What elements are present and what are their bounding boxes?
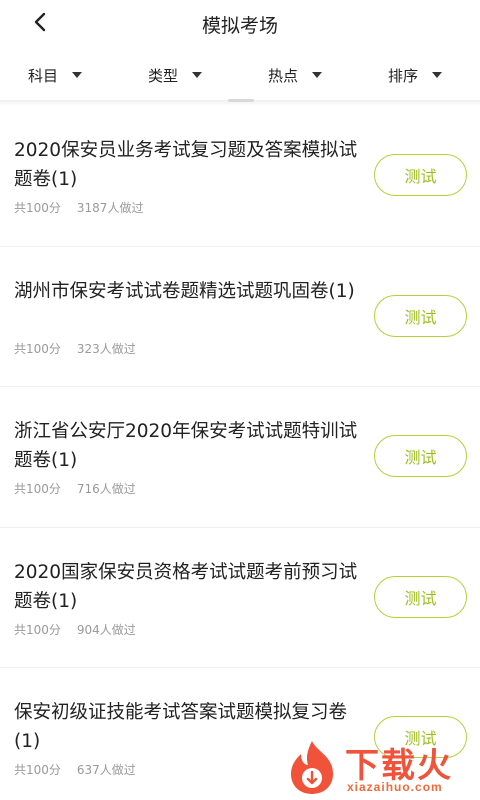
filter-subject[interactable]: 科目 [28,64,83,86]
exam-list: 2020保安员业务考试复习题及答案模拟试题卷(1) 共100分 3187人做过 测… [0,106,480,800]
test-button[interactable]: 测试 [374,154,467,196]
exam-count: 3187人做过 [76,201,144,215]
exam-title: 浙江省公安厅2020年保安考试试题特训试题卷(1) [14,421,358,471]
filter-label: 类型 [148,66,179,85]
filter-label: 科目 [28,66,59,85]
exam-count: 637人做过 [76,763,136,777]
list-item[interactable]: 湖州市保安考试试卷题精选试题巩固卷(1) 共100分 323人做过 测试 [0,247,480,387]
app-header: 模拟考场 [0,0,480,46]
test-button[interactable]: 测试 [374,294,467,337]
exam-score: 共100分 [14,763,61,777]
exam-meta: 共100分 716人做过 [14,480,136,497]
exam-title: 2020保安员业务考试复习题及答案模拟试题卷(1) [14,140,358,190]
exam-score: 共100分 [14,341,61,356]
exam-count: 904人做过 [76,622,136,637]
test-button[interactable]: 测试 [374,575,467,618]
flame-logo-icon [291,741,333,794]
exam-meta: 共100分 323人做过 [14,340,136,357]
caret-down-icon [312,72,323,78]
exam-meta: 共100分 637人做过 [14,761,136,778]
list-item[interactable]: 浙江省公安厅2020年保安考试试题特训试题卷(1) 共100分 716人做过 测试 [0,387,480,528]
caret-down-icon [432,72,443,78]
list-item[interactable]: 2020保安员业务考试复习题及答案模拟试题卷(1) 共100分 3187人做过 测… [0,106,480,247]
test-button[interactable]: 测试 [374,435,467,477]
exam-title: 2020国家保安员资格考试试题考前预习试题卷(1) [14,561,358,612]
filter-label: 排序 [388,66,419,85]
filter-bar: 科目 类型 热点 排序 [0,46,480,102]
exam-meta: 共100分 3187人做过 [14,199,143,216]
exam-count: 716人做过 [76,482,136,496]
caret-down-icon [192,72,203,78]
exam-score: 共100分 [14,482,61,496]
exam-count: 323人做过 [76,341,136,356]
watermark: 下载火 xiazaihuo.com [283,736,480,800]
filter-hot[interactable]: 热点 [268,64,323,86]
list-item[interactable]: 2020国家保安员资格考试试题考前预习试题卷(1) 共100分 904人做过 测试 [0,528,480,668]
exam-meta: 共100分 904人做过 [14,621,136,638]
filter-label: 热点 [268,66,299,85]
exam-score: 共100分 [14,201,61,215]
filter-sort[interactable]: 排序 [388,64,443,86]
filter-type[interactable]: 类型 [148,64,203,86]
exam-score: 共100分 [14,622,61,637]
watermark-url: xiazaihuo.com [347,780,443,794]
page-title: 模拟考场 [201,15,278,37]
exam-title: 湖州市保安考试试卷题精选试题巩固卷(1) [14,280,355,302]
pull-handle [228,99,254,102]
caret-down-icon [72,72,83,78]
